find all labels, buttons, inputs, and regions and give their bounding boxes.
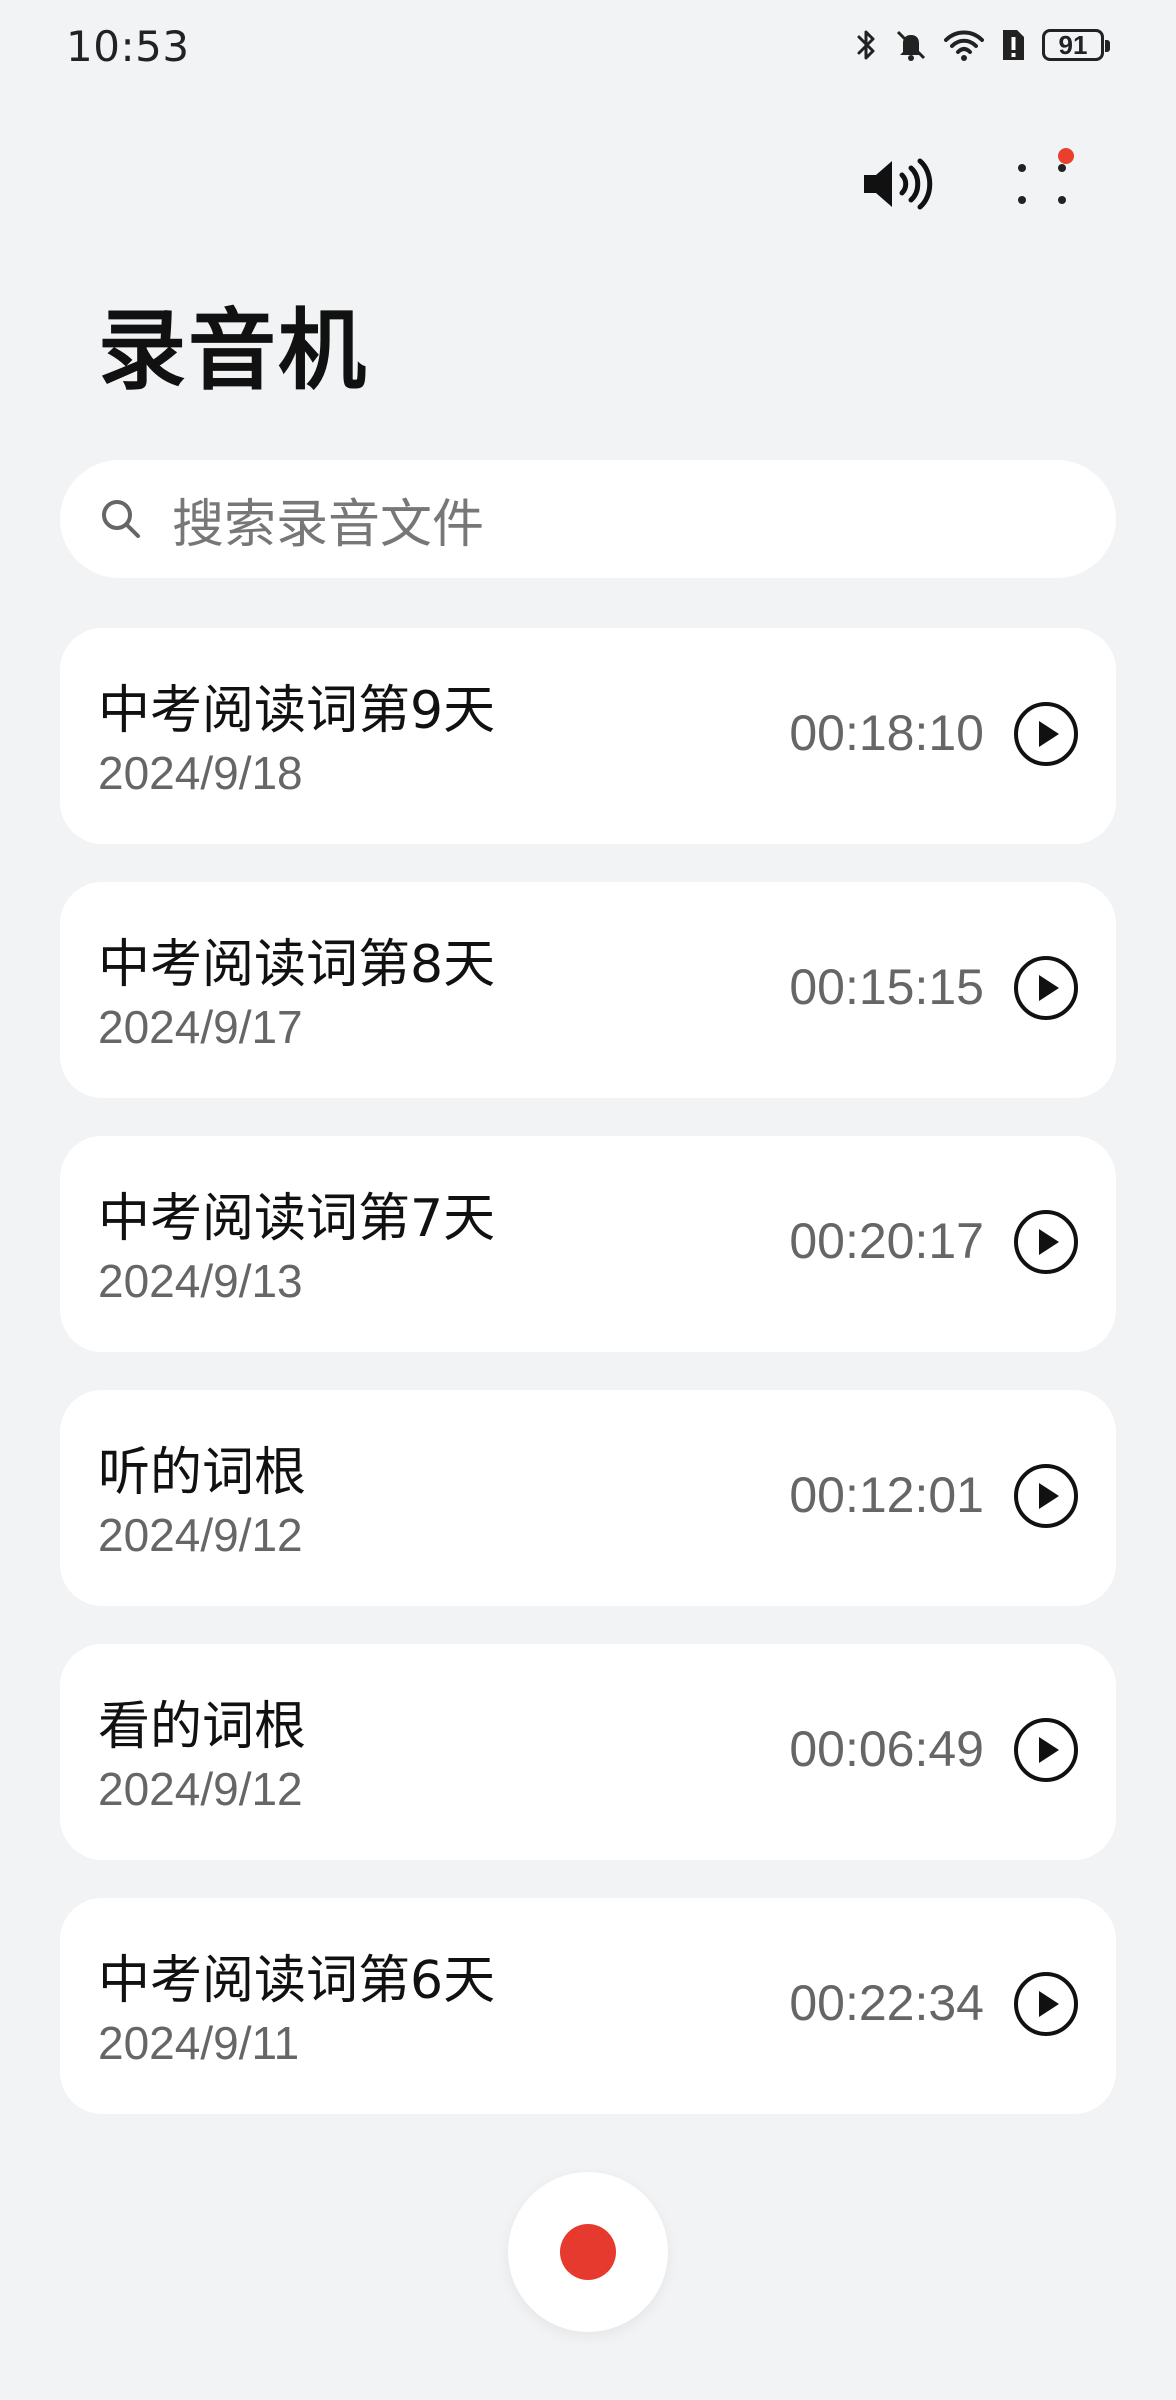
recording-title: 中考阅读词第6天 xyxy=(98,1951,496,2011)
bluetooth-icon xyxy=(856,28,878,62)
play-icon xyxy=(1012,954,1080,1026)
speaker-icon xyxy=(860,156,936,216)
mute-icon xyxy=(894,28,928,62)
play-button[interactable] xyxy=(1012,702,1080,770)
recording-duration: 00:20:17 xyxy=(789,1213,984,1269)
recording-date: 2024/9/11 xyxy=(98,2017,300,2069)
play-icon xyxy=(1012,1208,1080,1280)
recording-title: 看的词根 xyxy=(98,1697,307,1757)
more-options-button[interactable] xyxy=(1000,144,1084,228)
recording-title: 听的词根 xyxy=(98,1443,307,1503)
status-time: 10:53 xyxy=(66,22,190,71)
recording-item[interactable]: 中考阅读词第6天 2024/9/11 00:22:34 xyxy=(60,1898,1116,2114)
recording-duration: 00:22:34 xyxy=(789,1975,984,2031)
play-icon xyxy=(1012,1970,1080,2042)
recording-title: 中考阅读词第9天 xyxy=(98,681,496,741)
speaker-button[interactable] xyxy=(856,144,940,228)
play-icon xyxy=(1012,700,1080,772)
recording-item[interactable]: 看的词根 2024/9/12 00:06:49 xyxy=(60,1644,1116,1860)
search-input[interactable]: 搜索录音文件 xyxy=(60,460,1116,578)
sim-alert-icon xyxy=(1000,28,1026,62)
recording-item[interactable]: 听的词根 2024/9/12 00:12:01 xyxy=(60,1390,1116,1606)
recording-item[interactable]: 中考阅读词第8天 2024/9/17 00:15:15 xyxy=(60,882,1116,1098)
record-button[interactable] xyxy=(508,2172,668,2332)
recording-duration: 00:06:49 xyxy=(789,1721,984,1777)
play-icon xyxy=(1012,1462,1080,1534)
recording-item[interactable]: 中考阅读词第7天 2024/9/13 00:20:17 xyxy=(60,1136,1116,1352)
battery-icon: 91 xyxy=(1042,29,1110,61)
wifi-icon xyxy=(944,28,984,62)
play-button[interactable] xyxy=(1012,1210,1080,1278)
play-icon xyxy=(1012,1716,1080,1788)
recording-date: 2024/9/13 xyxy=(98,1255,303,1307)
search-icon xyxy=(98,496,144,542)
more-icon xyxy=(1014,156,1070,216)
recording-duration: 00:12:01 xyxy=(789,1467,984,1523)
status-bar: 10:53 91 xyxy=(0,0,1176,100)
page-title: 录音机 xyxy=(98,299,369,402)
home-indicator xyxy=(0,2360,1176,2400)
play-button[interactable] xyxy=(1012,1464,1080,1532)
search-placeholder: 搜索录音文件 xyxy=(172,494,485,555)
recording-date: 2024/9/12 xyxy=(98,1509,303,1561)
recording-duration: 00:18:10 xyxy=(789,705,984,761)
play-button[interactable] xyxy=(1012,956,1080,1024)
record-icon xyxy=(560,2224,616,2280)
recording-title: 中考阅读词第8天 xyxy=(98,935,496,995)
recording-date: 2024/9/17 xyxy=(98,1001,303,1053)
recording-date: 2024/9/12 xyxy=(98,1763,303,1815)
notification-dot xyxy=(1058,148,1074,164)
header-actions xyxy=(0,130,1176,240)
recording-item[interactable]: 中考阅读词第9天 2024/9/18 00:18:10 xyxy=(60,628,1116,844)
recording-title: 中考阅读词第7天 xyxy=(98,1189,496,1249)
play-button[interactable] xyxy=(1012,1972,1080,2040)
recording-date: 2024/9/18 xyxy=(98,747,303,799)
recording-list: 中考阅读词第9天 2024/9/18 00:18:10 中考阅读词第8天 202… xyxy=(60,628,1116,2152)
play-button[interactable] xyxy=(1012,1718,1080,1786)
status-icons: 91 xyxy=(856,28,1110,62)
recording-duration: 00:15:15 xyxy=(789,959,984,1015)
